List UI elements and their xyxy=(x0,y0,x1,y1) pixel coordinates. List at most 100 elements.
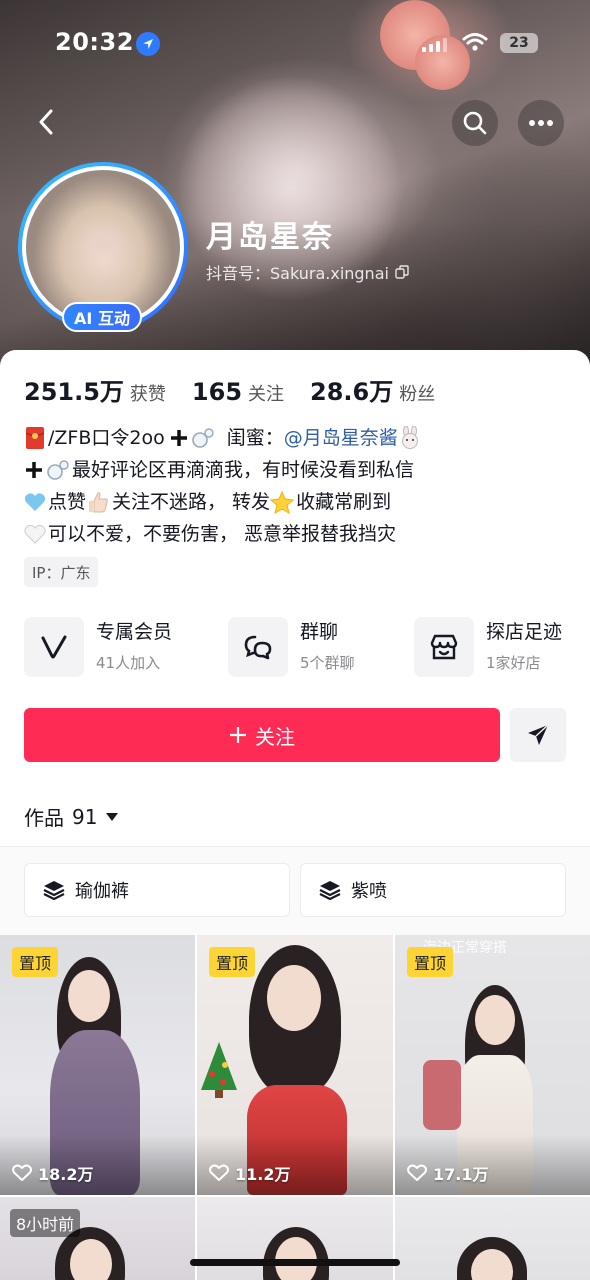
collection-purple[interactable]: 紫喷 xyxy=(300,863,566,917)
feature-membership[interactable]: 专属会员 41人加入 xyxy=(24,616,172,678)
profile-name: 月岛星奈 xyxy=(206,220,334,255)
send-message-button[interactable] xyxy=(510,708,566,762)
works-tab-label: 作品 xyxy=(24,806,64,830)
video-tile[interactable]: 置顶 18.2万 xyxy=(0,935,195,1195)
pinned-badge: 置顶 xyxy=(407,947,454,977)
stat-label: 获赞 xyxy=(129,384,166,405)
plus-icon xyxy=(170,430,187,446)
feature-subtitle: 1家好店 xyxy=(486,654,541,672)
feature-title: 探店足迹 xyxy=(486,621,563,643)
video-tile[interactable] xyxy=(197,1197,393,1280)
time-ago-badge: 8小时前 xyxy=(10,1209,81,1237)
works-tab[interactable]: 作品 91 xyxy=(24,802,119,831)
collections-row: 瑜伽裤 紫喷 xyxy=(0,847,590,935)
v-icon xyxy=(24,617,84,677)
feature-row: 专属会员 41人加入 群聊 5个群聊 探店足迹 1家好店 xyxy=(24,616,584,678)
blue-heart-icon xyxy=(24,493,46,511)
stack-icon xyxy=(43,881,65,900)
video-tile[interactable]: 8小时前 xyxy=(0,1197,195,1280)
white-heart-icon xyxy=(24,524,46,544)
chat-bubbles-icon xyxy=(228,617,288,677)
battery-indicator: 23 xyxy=(500,33,538,53)
stat-value: 251.5万 xyxy=(24,378,124,406)
ip-location-badge: IP：广东 xyxy=(24,557,99,587)
caret-down-icon xyxy=(106,812,119,821)
follow-button-label: 关注 xyxy=(255,724,295,749)
search-button[interactable] xyxy=(452,100,498,146)
ai-interaction-badge[interactable]: AI 互动 xyxy=(62,302,142,332)
collection-label: 瑜伽裤 xyxy=(75,881,129,902)
feature-title: 群聊 xyxy=(300,621,339,643)
bubbles-icon xyxy=(191,428,214,448)
stat-label: 关注 xyxy=(248,384,285,405)
heart-outline-icon xyxy=(407,1164,427,1181)
bio-line: 最好评论区再滴滴我，有时候没看到私信 xyxy=(24,454,569,486)
more-button[interactable] xyxy=(518,100,564,146)
collection-label: 紫喷 xyxy=(351,881,387,902)
follow-button[interactable]: 关注 xyxy=(24,708,500,762)
douyin-id-text: 抖音号：Sakura.xingnai xyxy=(206,264,389,283)
stack-icon xyxy=(319,881,341,900)
bio-text: 收藏常刷到 xyxy=(296,491,392,513)
pinned-badge: 置顶 xyxy=(12,947,59,977)
bio-text: /ZFB口令2oo xyxy=(48,427,165,449)
bubbles-icon xyxy=(47,460,69,480)
status-time: 20:32 xyxy=(55,28,134,56)
collection-yoga-pants[interactable]: 瑜伽裤 xyxy=(24,863,290,917)
mention-link[interactable]: @月岛星奈酱 xyxy=(284,422,398,454)
feature-subtitle: 41人加入 xyxy=(96,654,161,672)
rabbit-icon xyxy=(401,426,418,449)
profile-card: 251.5万 获赞 165 关注 28.6万 粉丝 /ZFB口令2oo 闺蜜： … xyxy=(0,350,590,1280)
star-icon xyxy=(270,490,295,514)
feature-shop-visits[interactable]: 探店足迹 1家好店 xyxy=(414,616,562,678)
profile-stats: 251.5万 获赞 165 关注 28.6万 粉丝 xyxy=(24,372,435,407)
copy-icon xyxy=(395,265,409,279)
back-button[interactable] xyxy=(24,100,68,144)
video-likes: 18.2万 xyxy=(12,1161,93,1185)
bio-text: 点赞 xyxy=(48,491,87,513)
send-arrow-icon xyxy=(528,724,549,745)
bag-shape xyxy=(423,1060,461,1130)
video-likes: 11.2万 xyxy=(209,1161,290,1185)
location-arrow-icon xyxy=(136,32,160,56)
profile-bio: /ZFB口令2oo 闺蜜： @月岛星奈酱 最好评论区再滴滴我，有时候没看到私信 … xyxy=(24,422,569,550)
cellular-signal-icon xyxy=(422,36,447,52)
stat-followers[interactable]: 28.6万 粉丝 xyxy=(310,372,435,407)
chevron-left-icon xyxy=(39,109,53,135)
christmas-tree-icon xyxy=(201,1042,237,1098)
works-count: 91 xyxy=(72,804,98,829)
status-bar: 20:32 23 xyxy=(0,0,590,88)
feature-group-chat[interactable]: 群聊 5个群聊 xyxy=(228,616,355,678)
bio-line: 点赞 关注不迷路， 转发 收藏常刷到 xyxy=(24,486,569,518)
stat-label: 粉丝 xyxy=(399,384,436,405)
heart-outline-icon xyxy=(12,1164,32,1181)
video-tile[interactable]: 置顶 11.2万 xyxy=(197,935,393,1195)
search-icon xyxy=(463,111,487,135)
home-indicator[interactable] xyxy=(190,1259,400,1266)
red-envelope-icon xyxy=(25,427,45,449)
video-grid: 置顶 18.2万 置顶 11.2万 海边正常穿搭 置顶 17.1万 8小时前 xyxy=(0,935,590,1280)
shop-icon xyxy=(414,617,474,677)
feature-title: 专属会员 xyxy=(96,621,173,643)
likes-count: 17.1万 xyxy=(433,1165,489,1184)
video-tile[interactable]: 海边正常穿搭 置顶 17.1万 xyxy=(395,935,590,1195)
video-likes: 17.1万 xyxy=(407,1161,488,1185)
bio-text: 关注不迷路， 转发 xyxy=(112,491,271,513)
bio-text: 最好评论区再滴滴我，有时候没看到私信 xyxy=(72,459,415,481)
more-dots-icon xyxy=(529,120,553,126)
video-tile[interactable] xyxy=(395,1197,590,1280)
wifi-icon xyxy=(462,32,488,56)
douyin-id[interactable]: 抖音号：Sakura.xingnai xyxy=(206,260,409,284)
plus-icon xyxy=(230,727,246,743)
stat-likes[interactable]: 251.5万 获赞 xyxy=(24,372,166,407)
stat-following[interactable]: 165 关注 xyxy=(192,378,284,406)
stat-value: 165 xyxy=(191,378,243,406)
likes-count: 11.2万 xyxy=(235,1165,291,1184)
likes-count: 18.2万 xyxy=(38,1165,94,1184)
bio-line: /ZFB口令2oo 闺蜜： @月岛星奈酱 xyxy=(24,422,569,454)
plus-icon xyxy=(26,462,42,478)
pinned-badge: 置顶 xyxy=(209,947,256,977)
bio-text: 可以不爱，不要伤害， 恶意举报替我挡灾 xyxy=(48,523,397,545)
bio-friend-label: 闺蜜： xyxy=(226,427,284,449)
stat-value: 28.6万 xyxy=(310,378,394,406)
